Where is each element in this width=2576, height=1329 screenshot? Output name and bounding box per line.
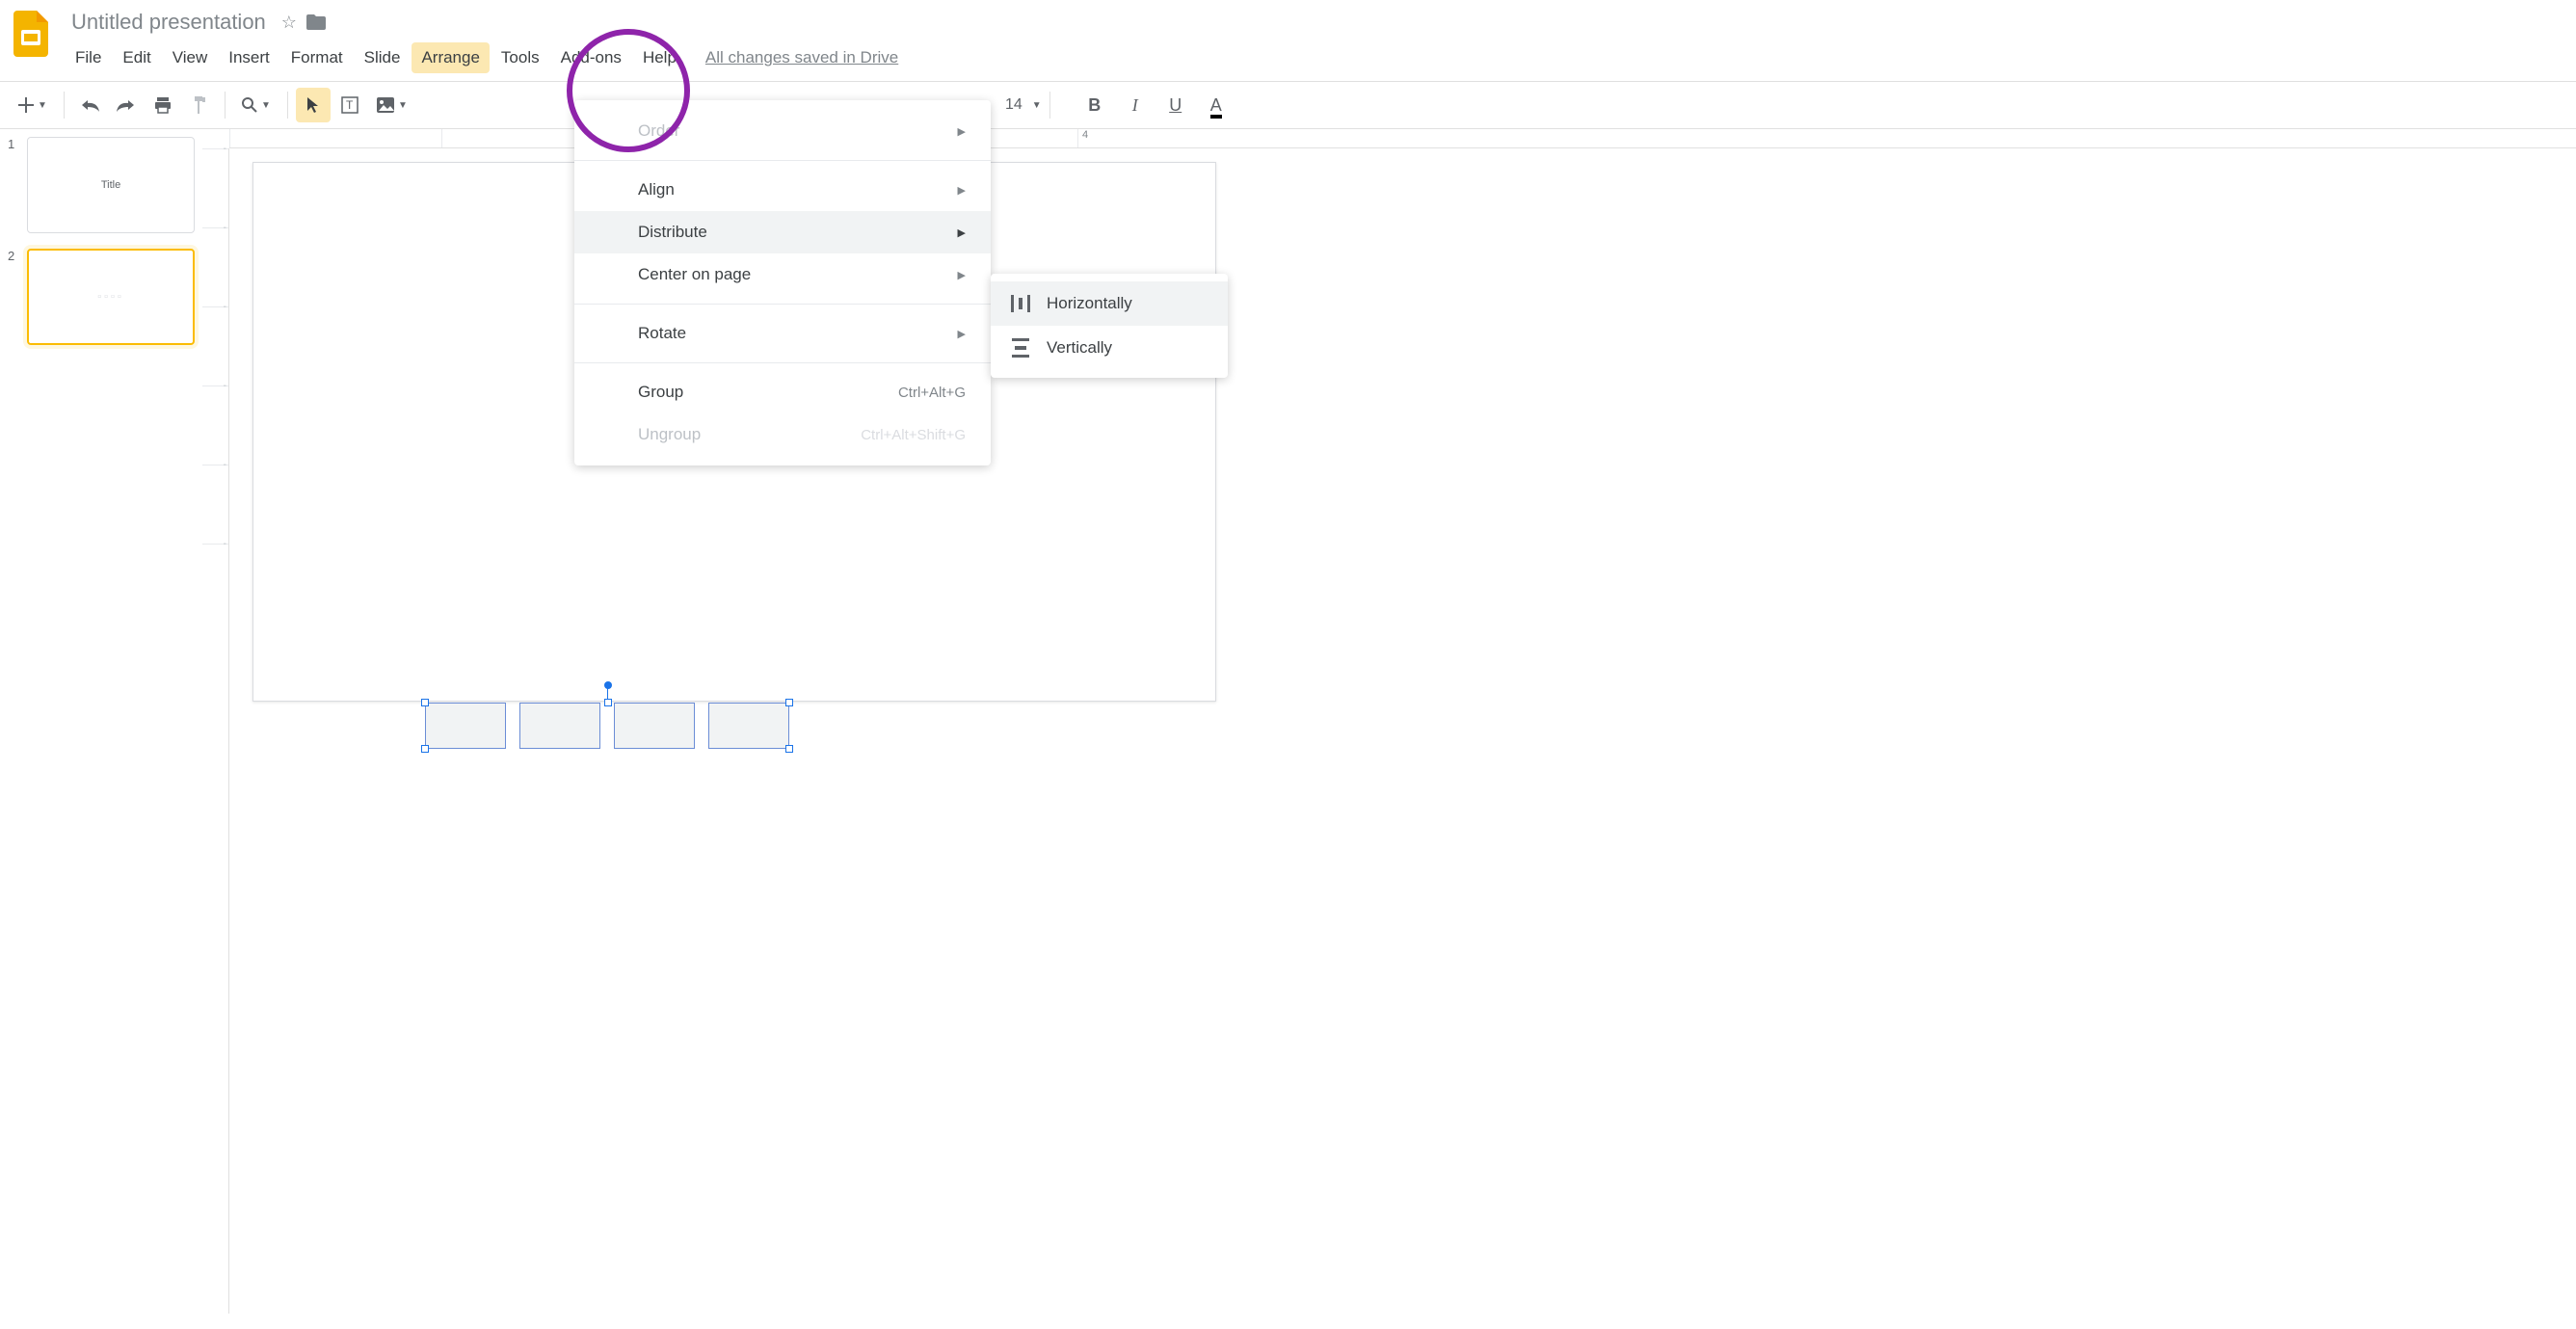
- distribute-horizontally[interactable]: Horizontally: [991, 281, 1228, 326]
- separator: [287, 92, 288, 119]
- separator: [64, 92, 65, 119]
- distribute-vertically[interactable]: Vertically: [991, 326, 1228, 370]
- menu-view[interactable]: View: [163, 42, 218, 73]
- menu-format[interactable]: Format: [281, 42, 353, 73]
- slide-thumb-1[interactable]: Title: [27, 137, 195, 233]
- menu-file[interactable]: File: [66, 42, 111, 73]
- resize-handle[interactable]: [785, 745, 793, 753]
- canvas-area: 3 4: [202, 129, 2576, 1314]
- menu-rotate[interactable]: Rotate▶: [574, 312, 991, 355]
- print-button[interactable]: [146, 88, 180, 122]
- separator: [574, 362, 991, 363]
- resize-handle[interactable]: [604, 699, 612, 706]
- header: Untitled presentation ☆ File Edit View I…: [0, 0, 2576, 73]
- menu-center-on-page[interactable]: Center on page▶: [574, 253, 991, 296]
- text-color-button[interactable]: A: [1199, 88, 1234, 122]
- document-title[interactable]: Untitled presentation: [66, 8, 272, 37]
- zoom-button[interactable]: ▼: [233, 88, 279, 122]
- slide-thumb-2[interactable]: ▫▫▫▫: [27, 249, 195, 345]
- toolbar: ▼ ▼ T ▼ ▼ 14 ▼ B I U A: [0, 81, 2576, 129]
- selected-shapes-group[interactable]: [425, 703, 791, 758]
- redo-button[interactable]: [109, 88, 144, 122]
- distribute-horizontal-icon: [1010, 293, 1031, 314]
- slide-number: 2: [8, 249, 19, 345]
- shape[interactable]: [708, 703, 789, 749]
- image-tool[interactable]: ▼: [369, 88, 415, 122]
- slides-logo[interactable]: [12, 8, 50, 60]
- separator: [574, 160, 991, 161]
- distribute-submenu: Horizontally Vertically: [991, 274, 1228, 378]
- menu-align[interactable]: Align▶: [574, 169, 991, 211]
- separator: [574, 304, 991, 305]
- resize-handle[interactable]: [421, 699, 429, 706]
- menu-arrange[interactable]: Arrange: [412, 42, 489, 73]
- shape[interactable]: [614, 703, 695, 749]
- menu-addons[interactable]: Add-ons: [551, 42, 631, 73]
- menu-tools[interactable]: Tools: [491, 42, 549, 73]
- select-tool[interactable]: [296, 88, 331, 122]
- italic-button[interactable]: I: [1118, 88, 1153, 122]
- underline-button[interactable]: U: [1158, 88, 1193, 122]
- menu-slide[interactable]: Slide: [355, 42, 411, 73]
- menu-insert[interactable]: Insert: [219, 42, 279, 73]
- separator: [225, 92, 226, 119]
- bold-button[interactable]: B: [1077, 88, 1112, 122]
- shape[interactable]: [425, 703, 506, 749]
- ruler-vertical: [202, 148, 229, 1314]
- star-icon[interactable]: ☆: [281, 13, 297, 33]
- menu-edit[interactable]: Edit: [113, 42, 160, 73]
- textbox-tool[interactable]: T: [332, 88, 367, 122]
- menubar: File Edit View Insert Format Slide Arran…: [66, 42, 2564, 73]
- undo-button[interactable]: [72, 88, 107, 122]
- menu-group[interactable]: GroupCtrl+Alt+G: [574, 371, 991, 413]
- resize-handle[interactable]: [421, 745, 429, 753]
- distribute-vertical-icon: [1010, 337, 1031, 359]
- rotation-handle[interactable]: [604, 681, 612, 689]
- font-size-control[interactable]: 14 ▼: [1005, 96, 1042, 114]
- paint-format-button[interactable]: [182, 88, 217, 122]
- menu-order: Order▶: [574, 110, 991, 152]
- new-slide-button[interactable]: ▼: [10, 88, 56, 122]
- menu-help[interactable]: Help: [633, 42, 686, 73]
- arrange-menu-dropdown: Order▶ Align▶ Distribute▶ Center on page…: [574, 100, 991, 465]
- save-status[interactable]: All changes saved in Drive: [705, 48, 898, 67]
- menu-ungroup: UngroupCtrl+Alt+Shift+G: [574, 413, 991, 456]
- shape[interactable]: [519, 703, 600, 749]
- menu-distribute[interactable]: Distribute▶: [574, 211, 991, 253]
- resize-handle[interactable]: [785, 699, 793, 706]
- svg-text:T: T: [346, 98, 354, 112]
- title-area: Untitled presentation ☆ File Edit View I…: [66, 8, 2564, 73]
- separator: [1049, 92, 1050, 119]
- slide-number: 1: [8, 137, 19, 233]
- workspace: 1 Title 2 ▫▫▫▫ 3 4: [0, 129, 2576, 1314]
- move-folder-icon[interactable]: [306, 14, 326, 30]
- filmstrip: 1 Title 2 ▫▫▫▫: [0, 129, 202, 1314]
